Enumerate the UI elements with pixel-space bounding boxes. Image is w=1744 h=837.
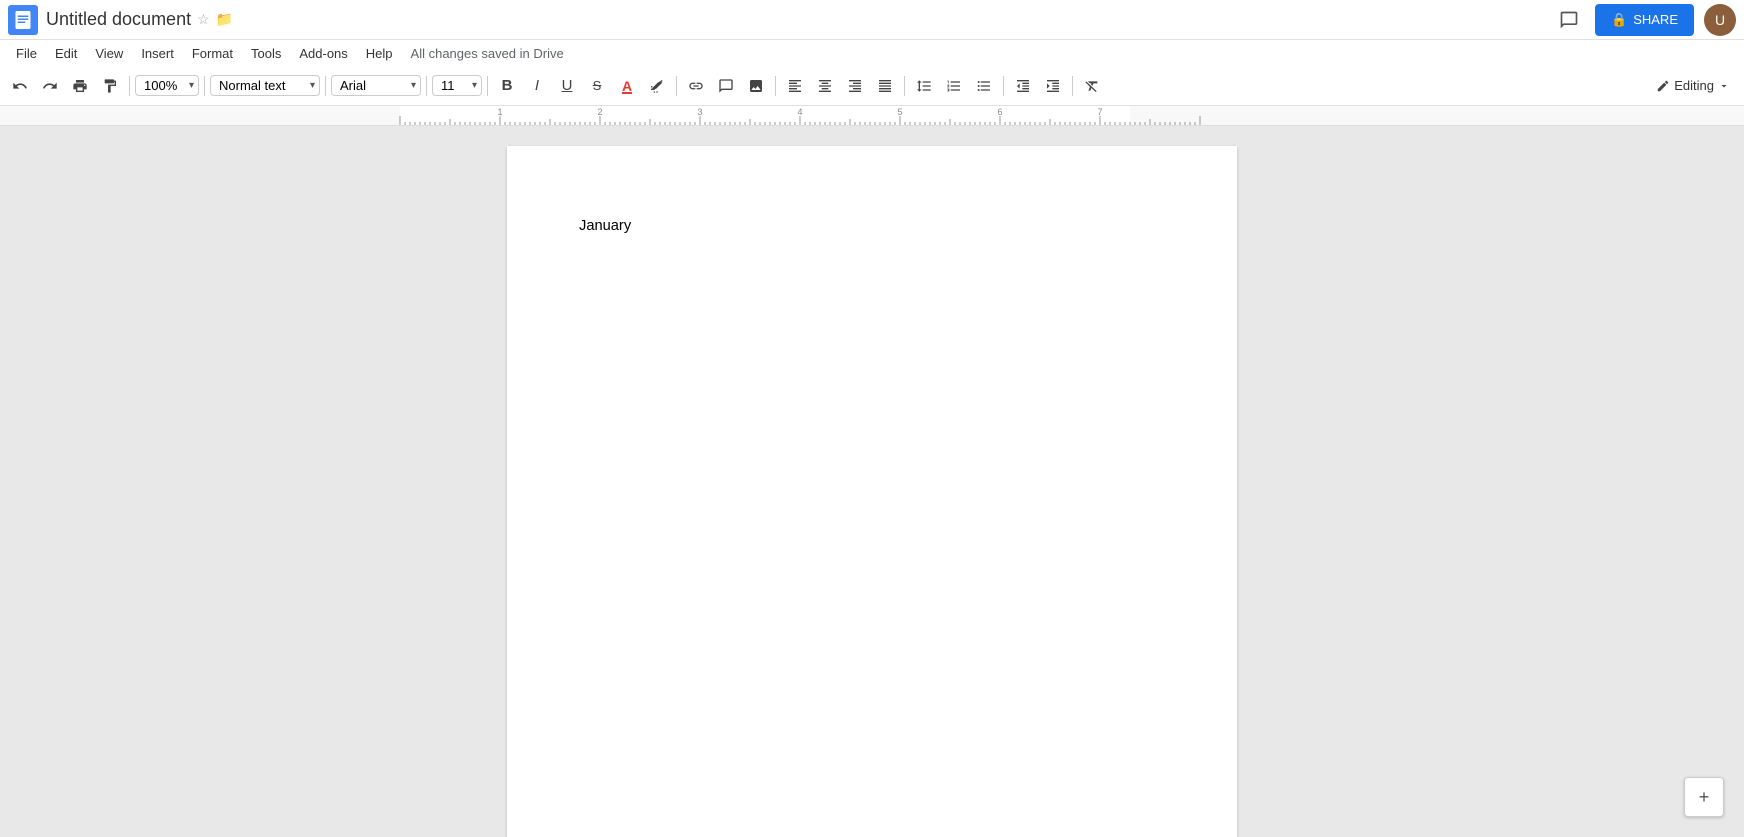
svg-text:6: 6	[997, 107, 1002, 117]
docs-logo[interactable]	[8, 5, 38, 35]
separator-2	[204, 76, 205, 96]
style-selector[interactable]: Normal text Title Subtitle Heading 1 Hea…	[210, 75, 320, 96]
image-button[interactable]	[742, 72, 770, 100]
paint-format-button[interactable]	[96, 72, 124, 100]
avatar[interactable]: U	[1704, 4, 1736, 36]
unordered-list-button[interactable]	[970, 72, 998, 100]
document-text: January	[579, 218, 631, 234]
redo-button[interactable]	[36, 72, 64, 100]
align-center-button[interactable]	[811, 72, 839, 100]
editing-mode-selector[interactable]: Editing	[1648, 74, 1738, 97]
font-size-selector[interactable]: 8 9 10 11 12 14 18 24 36	[432, 75, 482, 96]
star-icon[interactable]: ☆	[197, 11, 210, 28]
svg-text:7: 7	[1097, 107, 1102, 117]
align-right-button[interactable]	[841, 72, 869, 100]
ruler: 1 2 3 4 5 6 7	[0, 106, 1744, 126]
bold-button[interactable]: B	[493, 72, 521, 100]
font-selector[interactable]: Arial Times New Roman Courier New Georgi…	[331, 75, 421, 96]
zoom-select[interactable]: 100% 75% 90% 125% 150%	[135, 75, 199, 96]
folder-icon[interactable]: 📁	[216, 11, 233, 28]
editing-mode-label: Editing	[1674, 78, 1714, 93]
title-section: Untitled document ☆ 📁	[46, 9, 1553, 30]
ordered-list-button[interactable]	[940, 72, 968, 100]
menu-bar: File Edit View Insert Format Tools Add-o…	[0, 40, 1744, 66]
separator-3	[325, 76, 326, 96]
floating-action-button[interactable]: +	[1684, 777, 1724, 817]
undo-button[interactable]	[6, 72, 34, 100]
lock-icon: 🔒	[1611, 12, 1627, 28]
font-size-select[interactable]: 8 9 10 11 12 14 18 24 36	[432, 75, 482, 96]
comment-icon[interactable]	[1553, 4, 1585, 36]
highlight-button[interactable]	[643, 72, 671, 100]
document-area[interactable]: January	[18, 126, 1726, 837]
text-color-button[interactable]: A	[613, 72, 641, 100]
doc-title-row: Untitled document ☆ 📁	[46, 9, 1553, 30]
underline-button[interactable]: U	[553, 72, 581, 100]
share-label: SHARE	[1633, 12, 1678, 27]
separator-10	[1072, 76, 1073, 96]
menu-edit[interactable]: Edit	[47, 43, 85, 64]
decrease-indent-button[interactable]	[1009, 72, 1037, 100]
doc-title[interactable]: Untitled document	[46, 9, 191, 30]
main-area: January	[0, 126, 1744, 837]
menu-insert[interactable]: Insert	[133, 43, 182, 64]
share-button[interactable]: 🔒 SHARE	[1595, 4, 1694, 36]
align-left-button[interactable]	[781, 72, 809, 100]
separator-6	[676, 76, 677, 96]
separator-5	[487, 76, 488, 96]
document-page: January	[507, 146, 1237, 837]
strikethrough-button[interactable]: S	[583, 72, 611, 100]
menu-tools[interactable]: Tools	[243, 43, 289, 64]
title-bar: Untitled document ☆ 📁 🔒 SHARE U	[0, 0, 1744, 40]
line-spacing-button[interactable]	[910, 72, 938, 100]
page-content[interactable]: January	[579, 218, 1165, 234]
title-bar-right: 🔒 SHARE U	[1553, 4, 1736, 36]
svg-text:4: 4	[797, 107, 802, 117]
left-ruler	[0, 126, 18, 837]
separator-1	[129, 76, 130, 96]
separator-9	[1003, 76, 1004, 96]
svg-text:3: 3	[697, 107, 702, 117]
clear-formatting-button[interactable]	[1078, 72, 1106, 100]
style-select[interactable]: Normal text Title Subtitle Heading 1 Hea…	[210, 75, 320, 96]
print-button[interactable]	[66, 72, 94, 100]
menu-file[interactable]: File	[8, 43, 45, 64]
menu-addons[interactable]: Add-ons	[291, 43, 355, 64]
zoom-selector[interactable]: 100% 75% 90% 125% 150%	[135, 75, 199, 96]
menu-view[interactable]: View	[87, 43, 131, 64]
separator-4	[426, 76, 427, 96]
save-status: All changes saved in Drive	[411, 46, 564, 61]
italic-button[interactable]: I	[523, 72, 551, 100]
separator-8	[904, 76, 905, 96]
fab-icon: +	[1699, 787, 1710, 808]
comment-button[interactable]	[712, 72, 740, 100]
increase-indent-button[interactable]	[1039, 72, 1067, 100]
font-select[interactable]: Arial Times New Roman Courier New Georgi…	[331, 75, 421, 96]
menu-help[interactable]: Help	[358, 43, 401, 64]
toolbar: 100% 75% 90% 125% 150% Normal text Title…	[0, 66, 1744, 106]
align-justify-button[interactable]	[871, 72, 899, 100]
svg-text:2: 2	[597, 107, 602, 117]
menu-format[interactable]: Format	[184, 43, 241, 64]
link-button[interactable]	[682, 72, 710, 100]
right-panel	[1726, 126, 1744, 837]
svg-text:1: 1	[497, 107, 502, 117]
separator-7	[775, 76, 776, 96]
svg-text:5: 5	[897, 107, 902, 117]
